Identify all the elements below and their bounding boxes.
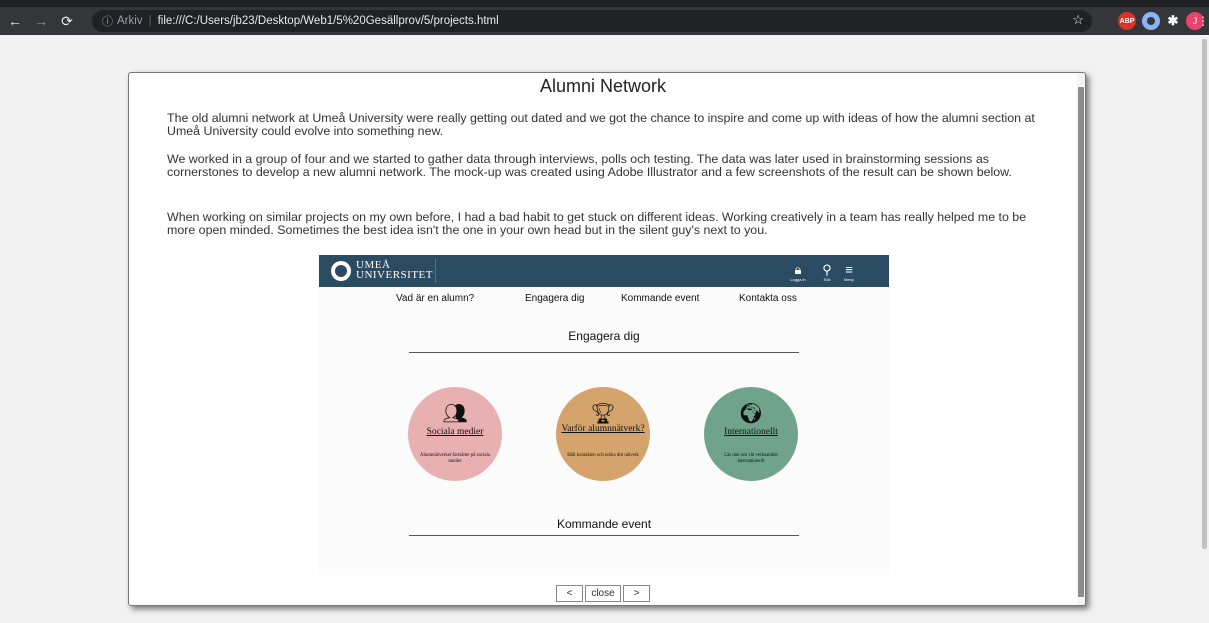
menu-label: Meny <box>844 277 854 282</box>
header-divider <box>435 259 436 283</box>
forward-button[interactable]: → <box>30 10 52 32</box>
paragraph-3: When working on similar projects on my o… <box>167 210 1027 237</box>
prev-button[interactable]: < <box>556 585 583 602</box>
close-button[interactable]: close <box>585 585 621 602</box>
search-label: Sök <box>823 277 831 282</box>
globe-icon: 🌍︎ <box>738 403 764 425</box>
back-button[interactable]: ← <box>4 10 26 32</box>
circle-title-3: Internationellt <box>724 427 778 437</box>
reload-button[interactable]: ⟳ <box>56 10 78 32</box>
circle-international: 🌍︎ Internationellt Läs mer om vår verksa… <box>704 387 798 481</box>
search-icon: ⚲ <box>822 262 832 277</box>
lock-icon: 🔒︎ <box>794 262 802 277</box>
extensions-puzzle-icon[interactable]: ✱ <box>1164 12 1182 30</box>
browser-toolbar: ← → ⟳ ⓘ Arkiv | file:///C:/Users/jb23/De… <box>0 7 1209 35</box>
next-button[interactable]: > <box>623 585 650 602</box>
circle-subtitle-2: Håll kontakten och utöka ditt nätverk <box>567 453 639 458</box>
people-icon: 👥︎ <box>442 403 468 425</box>
circle-subtitle-3: Läs mer om vår verksamhet internationell… <box>724 453 778 464</box>
mockup-section-title-2: Kommande event <box>556 517 652 531</box>
university-seal-icon <box>331 261 351 281</box>
modal-scrollbar[interactable] <box>1077 73 1085 605</box>
info-icon[interactable]: ⓘ <box>102 13 113 29</box>
window-titlebar <box>0 0 1209 7</box>
url-scheme-label: Arkiv <box>117 15 143 27</box>
browser-menu-icon[interactable]: ⋮ <box>1197 10 1209 32</box>
mockup-divider-2 <box>409 535 799 536</box>
paragraph-1: The old alumni network at Umeå Universit… <box>167 111 1035 138</box>
url-text: file:///C:/Users/jb23/Desktop/Web1/5%20G… <box>157 15 499 27</box>
url-separator: | <box>148 15 152 27</box>
mockup-divider-1 <box>409 352 799 353</box>
page-scrollbar[interactable] <box>1200 35 1209 623</box>
page-scrollbar-thumb[interactable] <box>1202 39 1207 549</box>
mockup-nav-item-3: Kommande event <box>621 293 700 304</box>
paragraph-2: We worked in a group of four and we star… <box>167 152 1012 179</box>
circle-title-2: Varför alumnnätverk? <box>561 424 645 434</box>
mockup-nav-item-1: Vad är en alumn? <box>396 293 475 304</box>
mockup-section-title-1: Engagera dig <box>568 329 640 343</box>
mockup-header: UMEÅ UNIVERSITET 🔒︎ Logga in ⚲ Sök ≡ Men… <box>319 255 889 287</box>
circle-title-1: Sociala medier <box>426 427 484 437</box>
circle-subtitle-1: Alumnnätverket fortsätter på sociala med… <box>420 453 490 464</box>
mockup-nav-item-2: Engagera dig <box>525 293 585 304</box>
bookmark-star-icon[interactable]: ☆ <box>1072 12 1084 28</box>
extension-icon[interactable] <box>1142 12 1160 30</box>
logo-line-2: UNIVERSITET <box>356 269 433 281</box>
circle-why-alumni: 🏆︎ Varför alumnnätverk? Håll kontakten o… <box>556 387 650 481</box>
project-modal: Alumni Network The old alumni network at… <box>128 72 1086 606</box>
mockup-screenshot: UMEÅ UNIVERSITET 🔒︎ Logga in ⚲ Sök ≡ Men… <box>319 255 889 575</box>
login-label: Logga in <box>790 277 806 282</box>
mockup-nav-item-4: Kontakta oss <box>739 293 797 304</box>
address-bar[interactable]: ⓘ Arkiv | file:///C:/Users/jb23/Desktop/… <box>92 10 1092 32</box>
trophy-icon: 🏆︎ <box>590 403 616 425</box>
menu-icon: ≡ <box>845 262 853 277</box>
circle-social-media: 👥︎ Sociala medier Alumnnätverket fortsät… <box>408 387 502 481</box>
modal-title: Alumni Network <box>539 76 667 96</box>
adblock-extension-icon[interactable]: ABP <box>1118 12 1136 30</box>
modal-scrollbar-thumb[interactable] <box>1078 87 1084 597</box>
adblock-extension-label: ABP <box>1119 17 1135 25</box>
university-logo-text: UMEÅ UNIVERSITET <box>356 260 433 281</box>
